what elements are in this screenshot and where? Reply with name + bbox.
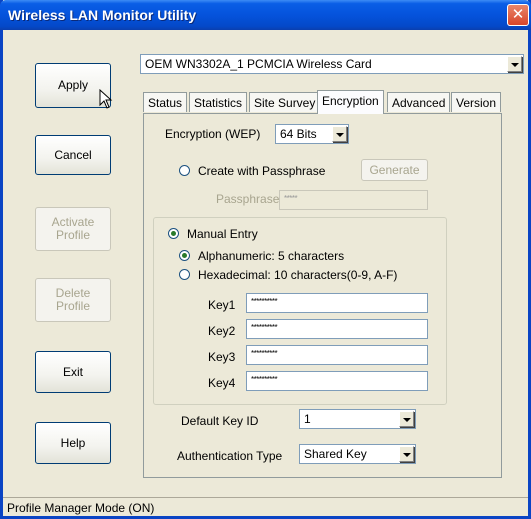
tab-advanced[interactable]: Advanced <box>387 92 451 112</box>
cancel-button-label: Cancel <box>54 147 92 162</box>
key3-input-value: ********** <box>251 349 278 358</box>
mouse-cursor-icon <box>99 89 113 109</box>
title-bar[interactable]: Wireless LAN Monitor Utility ✕ <box>0 0 531 30</box>
exit-button-label: Exit <box>62 364 83 379</box>
wep-select-value: 64 Bits <box>280 127 317 141</box>
activate-profile-button[interactable]: Activate Profile <box>35 207 111 251</box>
tab-site-survey[interactable]: Site Survey <box>249 92 321 112</box>
manual-entry-radio[interactable] <box>168 228 179 239</box>
passphrase-input-value: ***** <box>284 194 298 203</box>
key1-input-value: ********** <box>251 297 278 306</box>
tab-version-label: Version <box>456 96 497 110</box>
tab-status[interactable]: Status <box>143 92 188 112</box>
key2-input-value: ********** <box>251 323 278 332</box>
main-window: Wireless LAN Monitor Utility ✕ Apply Can… <box>0 0 531 519</box>
passphrase-input[interactable]: ***** <box>279 190 428 210</box>
tab-version[interactable]: Version <box>451 92 502 112</box>
tab-site-survey-label: Site Survey <box>254 96 316 110</box>
wep-label: Encryption (WEP) <box>165 127 261 141</box>
help-button[interactable]: Help <box>35 422 111 464</box>
passphrase-radio-label: Create with Passphrase <box>198 164 326 178</box>
apply-button-label: Apply <box>57 78 89 92</box>
passphrase-radio[interactable] <box>179 165 190 176</box>
hexadecimal-radio[interactable] <box>179 269 190 280</box>
alphanumeric-radio[interactable] <box>179 250 190 261</box>
manual-entry-label: Manual Entry <box>187 227 258 241</box>
adapter-select-value: OEM WN3302A_1 PCMCIA Wireless Card <box>145 57 372 71</box>
auth-type-value: Shared Key <box>304 447 367 461</box>
activate-profile-label-line2: Profile <box>55 228 90 242</box>
tab-advanced-label: Advanced <box>392 96 446 110</box>
key3-input[interactable]: ********** <box>246 345 428 365</box>
generate-button-label: Generate <box>369 162 420 177</box>
chevron-down-icon[interactable] <box>332 126 347 142</box>
tab-statistics[interactable]: Statistics <box>189 92 248 112</box>
passphrase-label: Passphrase <box>216 192 280 206</box>
hexadecimal-label: Hexadecimal: 10 characters(0-9, A-F) <box>198 268 398 282</box>
chevron-down-icon[interactable] <box>399 411 414 427</box>
alphanumeric-label: Alphanumeric: 5 characters <box>198 249 345 263</box>
generate-button[interactable]: Generate <box>361 159 428 181</box>
status-bar: Profile Manager Mode (ON) <box>3 497 528 516</box>
key4-input-value: ********** <box>251 375 278 384</box>
window-title: Wireless LAN Monitor Utility <box>8 7 197 23</box>
tab-encryption-label: Encryption <box>322 94 379 108</box>
default-key-value: 1 <box>304 412 311 426</box>
key2-input[interactable]: ********** <box>246 319 428 339</box>
chevron-down-icon[interactable] <box>507 56 522 72</box>
default-key-label: Default Key ID <box>181 414 259 428</box>
default-key-select[interactable]: 1 <box>299 409 416 429</box>
key1-input[interactable]: ********** <box>246 293 428 313</box>
close-icon: ✕ <box>511 6 525 23</box>
close-button[interactable]: ✕ <box>507 4 529 26</box>
exit-button[interactable]: Exit <box>35 351 111 393</box>
auth-type-label: Authentication Type <box>177 449 283 463</box>
tab-encryption[interactable]: Encryption <box>317 90 384 114</box>
key2-label: Key2 <box>208 324 236 338</box>
auth-type-select[interactable]: Shared Key <box>299 444 416 464</box>
wep-select[interactable]: 64 Bits <box>275 124 349 144</box>
delete-profile-label-line2: Profile <box>55 299 90 313</box>
chevron-down-icon[interactable] <box>399 446 414 462</box>
help-button-label: Help <box>60 435 86 450</box>
key4-label: Key4 <box>208 376 236 390</box>
delete-profile-button[interactable]: Delete Profile <box>35 278 111 322</box>
status-bar-text: Profile Manager Mode (ON) <box>7 501 155 515</box>
tab-statistics-label: Statistics <box>194 96 243 110</box>
adapter-select[interactable]: OEM WN3302A_1 PCMCIA Wireless Card <box>140 54 524 74</box>
key4-input[interactable]: ********** <box>246 371 428 391</box>
key3-label: Key3 <box>208 350 236 364</box>
key1-label: Key1 <box>208 298 236 312</box>
tab-status-label: Status <box>148 96 183 110</box>
cancel-button[interactable]: Cancel <box>35 135 111 175</box>
